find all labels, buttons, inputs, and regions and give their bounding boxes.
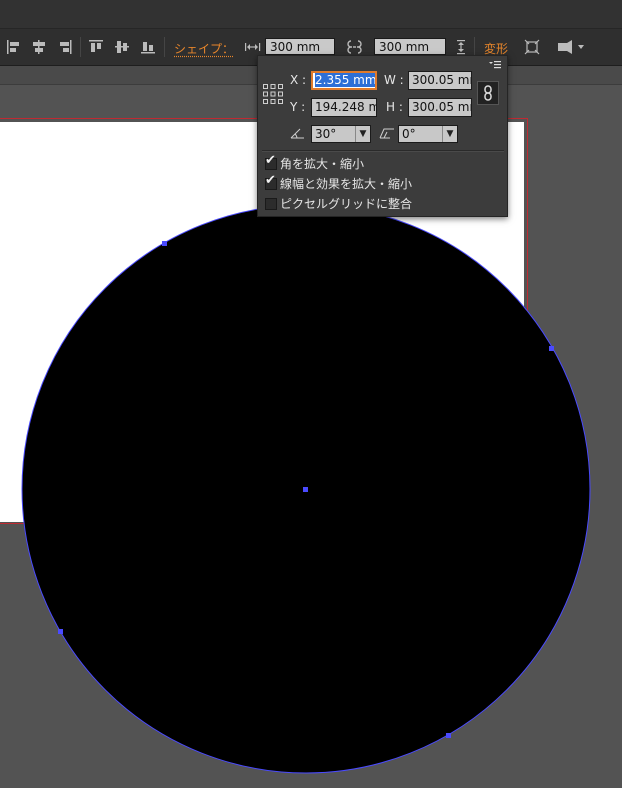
- rotate-angle-dropdown[interactable]: 30° ▼: [311, 125, 371, 143]
- anchor-point[interactable]: [446, 733, 451, 738]
- scale-strokes-checkbox[interactable]: ✔: [265, 174, 277, 190]
- center-point[interactable]: [303, 487, 308, 492]
- x-field-value: 2.355 mm: [315, 73, 377, 87]
- rotate-angle-value: 30°: [315, 127, 337, 141]
- shear-angle-value: 0°: [402, 127, 416, 141]
- h-field[interactable]: 300.05 mm: [408, 98, 472, 117]
- y-label: Y :: [290, 100, 306, 114]
- align-hcenter-icon[interactable]: [31, 39, 47, 55]
- anchor-point[interactable]: [162, 241, 167, 246]
- chevron-down-icon: ▼: [355, 126, 370, 142]
- separator: [474, 37, 475, 57]
- anchor-point[interactable]: [549, 346, 554, 351]
- scale-strokes-label: 線幅と効果を拡大・縮小: [280, 177, 413, 191]
- top-window-strip: [0, 0, 622, 28]
- check-icon: ✔: [265, 153, 276, 168]
- x-label: X :: [290, 73, 307, 87]
- separator: [164, 37, 165, 57]
- align-top-icon[interactable]: [88, 39, 104, 55]
- shape-width-field[interactable]: 300 mm: [265, 38, 335, 55]
- check-icon: ✔: [265, 173, 276, 188]
- constrain-proportions-icon[interactable]: [477, 81, 499, 105]
- y-field[interactable]: 194.248 mm: [311, 98, 377, 117]
- shape-label[interactable]: シェイプ：: [174, 40, 234, 57]
- scale-corners-label: 角を拡大・縮小: [280, 157, 365, 171]
- shear-angle-dropdown[interactable]: 0° ▼: [398, 125, 458, 143]
- width-arrows-icon: [244, 39, 261, 55]
- transform-bounding-icon[interactable]: [524, 39, 540, 55]
- link-proportions-icon[interactable]: [346, 39, 362, 55]
- w-field[interactable]: 300.05 mm: [408, 71, 472, 90]
- shear-icon: [378, 127, 396, 142]
- align-left-icon[interactable]: [6, 39, 22, 55]
- align-vcenter-icon[interactable]: [114, 39, 130, 55]
- align-pixel-grid-label: ピクセルグリッドに整合: [280, 197, 413, 211]
- align-bottom-icon[interactable]: [140, 39, 156, 55]
- align-right-icon[interactable]: [57, 39, 73, 55]
- panel-divider: [262, 150, 504, 152]
- w-label: W :: [384, 73, 404, 87]
- align-pixel-grid-checkbox[interactable]: [265, 198, 277, 210]
- scale-corners-checkbox[interactable]: ✔: [265, 154, 277, 170]
- shape-height-field[interactable]: 300 mm: [374, 38, 446, 55]
- x-field[interactable]: 2.355 mm: [311, 71, 377, 90]
- separator: [80, 37, 81, 57]
- transform-panel: X : 2.355 mm W : 300.05 mm Y : 194.248 m…: [257, 55, 508, 217]
- h-label: H :: [386, 100, 403, 114]
- reference-point-icon[interactable]: [262, 83, 284, 108]
- transform-menu-icon[interactable]: [556, 39, 586, 55]
- panel-menu-icon[interactable]: [489, 59, 501, 73]
- rotate-icon: [290, 127, 306, 142]
- anchor-point[interactable]: [58, 629, 63, 634]
- chevron-down-icon: ▼: [442, 126, 457, 142]
- height-arrows-icon: [454, 39, 470, 55]
